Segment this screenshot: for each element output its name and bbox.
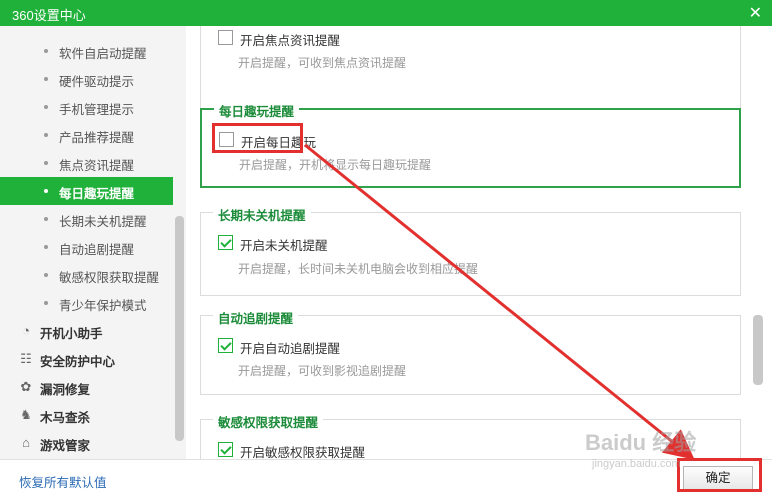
content-scrollbar[interactable] xyxy=(753,315,763,385)
section-sensitive-permission-title: 敏感权限获取提醒 xyxy=(213,412,324,431)
bullet-icon xyxy=(44,105,48,109)
section-sensitive-permission: 敏感权限获取提醒 开启敏感权限获取提醒 xyxy=(200,412,741,459)
bullet-icon xyxy=(44,301,48,305)
sidebar-item-teen-protection[interactable]: 青少年保护模式 xyxy=(0,289,173,317)
close-icon[interactable]: ✕ xyxy=(749,3,762,23)
sidebar-category-label: 木马查杀 xyxy=(40,411,91,425)
bullet-icon xyxy=(44,273,48,277)
section-daily-fun: 每日趣玩提醒 开启每日趣玩 开启提醒，开机将显示每日趣玩提醒 xyxy=(200,101,741,188)
section-auto-drama-title: 自动追剧提醒 xyxy=(213,308,299,327)
sidebar-category-label: 漏洞修复 xyxy=(40,383,91,397)
sidebar: 软件自启动提醒 硬件驱动提示 手机管理提示 产品推荐提醒 焦点资讯提醒 每日趣玩… xyxy=(0,26,186,459)
long-powered-on-description: 开启提醒，长时间未关机电脑会收到相应提醒 xyxy=(238,262,479,276)
sidebar-category-boot-assistant[interactable]: ◔ 开机小助手 xyxy=(0,317,173,345)
sidebar-item-label: 软件自启动提醒 xyxy=(59,47,147,61)
sidebar-item-label: 焦点资讯提醒 xyxy=(59,159,135,173)
window-title: 360设置中心 xyxy=(12,8,86,23)
section-daily-fun-title: 每日趣玩提醒 xyxy=(214,101,300,120)
sidebar-item-label: 自动追剧提醒 xyxy=(59,243,135,257)
section-auto-drama: 自动追剧提醒 开启自动追剧提醒 开启提醒，可收到影视追剧提醒 xyxy=(200,308,741,395)
focus-news-checkbox[interactable] xyxy=(218,30,233,45)
sidebar-item-product-recommend[interactable]: 产品推荐提醒 xyxy=(0,121,173,149)
clock-icon: ◔ xyxy=(22,323,30,338)
sensitive-permission-checkbox[interactable] xyxy=(218,442,233,457)
sidebar-category-trojan-scan[interactable]: ♞ 木马查杀 xyxy=(0,401,173,429)
sidebar-item-label: 每日趣玩提醒 xyxy=(59,187,135,201)
sidebar-item-label: 手机管理提示 xyxy=(59,103,135,117)
section-focus-news: 开启焦点资讯提醒 开启提醒，可收到焦点资讯提醒 xyxy=(200,26,741,109)
sidebar-category-game-manager[interactable]: ⌂ 游戏管家 xyxy=(0,429,173,457)
bullet-icon xyxy=(44,189,48,193)
bullet-icon xyxy=(44,217,48,221)
title-bar: 360设置中心 ✕ xyxy=(0,0,772,26)
auto-drama-description: 开启提醒，可收到影视追剧提醒 xyxy=(238,364,407,378)
sidebar-category-vuln-fix[interactable]: ✿ 漏洞修复 xyxy=(0,373,173,401)
sidebar-item-phone-manage[interactable]: 手机管理提示 xyxy=(0,93,173,121)
bullet-icon xyxy=(44,49,48,53)
sidebar-item-focus-news[interactable]: 焦点资讯提醒 xyxy=(0,149,173,177)
daily-fun-checkbox[interactable] xyxy=(219,132,234,147)
focus-news-option-label: 开启焦点资讯提醒 xyxy=(240,34,341,48)
sidebar-category-label: 开机小助手 xyxy=(40,327,103,341)
sidebar-category-label: 安全防护中心 xyxy=(40,355,116,369)
sidebar-item-daily-fun[interactable]: 每日趣玩提醒 xyxy=(0,177,173,205)
section-long-powered-on: 长期未关机提醒 开启未关机提醒 开启提醒，长时间未关机电脑会收到相应提醒 xyxy=(200,205,741,296)
daily-fun-option-label: 开启每日趣玩 xyxy=(241,136,317,150)
sensitive-permission-option-label: 开启敏感权限获取提醒 xyxy=(240,446,366,459)
daily-fun-description: 开启提醒，开机将显示每日趣玩提醒 xyxy=(239,158,432,172)
confirm-button[interactable]: 确定 xyxy=(683,466,753,490)
bullet-icon xyxy=(44,133,48,137)
gamepad-icon: ⌂ xyxy=(22,435,30,450)
focus-news-description: 开启提醒，可收到焦点资讯提醒 xyxy=(238,56,407,70)
sidebar-item-label: 硬件驱动提示 xyxy=(59,75,135,89)
horse-icon: ♞ xyxy=(20,407,32,422)
sidebar-item-label: 青少年保护模式 xyxy=(59,299,147,313)
bullet-icon xyxy=(44,161,48,165)
sidebar-item-label: 产品推荐提醒 xyxy=(59,131,135,145)
sidebar-item-sensitive-permission[interactable]: 敏感权限获取提醒 xyxy=(0,261,173,289)
sidebar-item-auto-drama[interactable]: 自动追剧提醒 xyxy=(0,233,173,261)
sidebar-category-security-center[interactable]: ☷ 安全防护中心 xyxy=(0,345,173,373)
sidebar-item-software-startup[interactable]: 软件自启动提醒 xyxy=(0,37,173,65)
grid-icon: ☷ xyxy=(20,351,32,366)
sidebar-scrollbar[interactable] xyxy=(175,216,184,441)
settings-content: 开启焦点资讯提醒 开启提醒，可收到焦点资讯提醒 每日趣玩提醒 开启每日趣玩 开启… xyxy=(186,26,772,459)
bullet-icon xyxy=(44,77,48,81)
bug-icon: ✿ xyxy=(20,379,32,394)
sidebar-category-label: 游戏管家 xyxy=(40,439,91,453)
sidebar-item-hardware-driver[interactable]: 硬件驱动提示 xyxy=(0,65,173,93)
restore-defaults-link[interactable]: 恢复所有默认值 xyxy=(19,472,107,491)
bullet-icon xyxy=(44,245,48,249)
sidebar-item-label: 长期未关机提醒 xyxy=(59,215,147,229)
auto-drama-option-label: 开启自动追剧提醒 xyxy=(240,342,341,356)
auto-drama-checkbox[interactable] xyxy=(218,338,233,353)
footer-bar: 恢复所有默认值 确定 xyxy=(0,459,772,493)
sidebar-item-long-powered-on[interactable]: 长期未关机提醒 xyxy=(0,205,173,233)
section-long-powered-on-title: 长期未关机提醒 xyxy=(213,205,311,224)
long-powered-on-option-label: 开启未关机提醒 xyxy=(240,239,328,253)
sidebar-item-label: 敏感权限获取提醒 xyxy=(59,271,160,285)
long-powered-on-checkbox[interactable] xyxy=(218,235,233,250)
